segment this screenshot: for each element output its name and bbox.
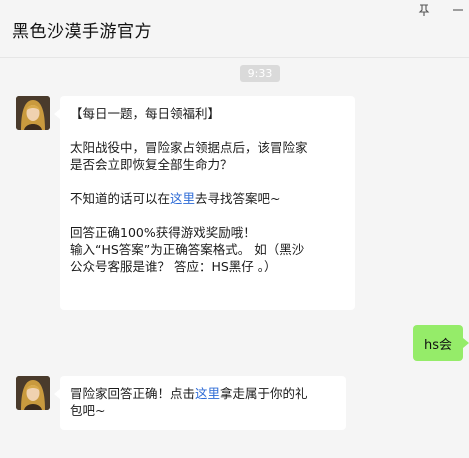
pin-icon[interactable] — [414, 2, 434, 18]
hint-text: 不知道的话可以在这里去寻找答案吧~ — [70, 190, 345, 207]
message-bubble-reply: 冒险家回答正确！点击这里拿走属于你的礼 包吧~ — [54, 376, 346, 430]
question-text-line2: 是否会立即恢复全部生命力？ — [70, 157, 233, 172]
format-text-line2: 公众号客服是谁？ 答应：HS黑仔 。） — [70, 259, 277, 274]
reply-link[interactable]: 这里 — [195, 386, 220, 401]
hint-text-after: 去寻找答案吧~ — [195, 191, 281, 206]
hint-text-before: 不知道的话可以在 — [70, 191, 171, 206]
message-header: 【每日一题，每日领福利】 — [70, 106, 221, 121]
chat-title: 黑色沙漠手游官方 — [12, 22, 152, 42]
hint-link[interactable]: 这里 — [170, 191, 195, 206]
minimize-icon[interactable] — [448, 2, 468, 18]
message-timestamp: 9:33 — [240, 65, 280, 82]
message-bubble-question: 【每日一题，每日领福利】 太阳战役中，冒险家占领据点后，该冒险家 是否会立即恢复… — [54, 96, 355, 310]
avatar-icon[interactable] — [16, 376, 50, 410]
reply-text-line2: 包吧~ — [70, 403, 106, 418]
question-text-line1: 太阳战役中，冒险家占领据点后，该冒险家 — [70, 140, 308, 155]
user-message-text: hs会 — [423, 337, 452, 353]
title-bar: 黑色沙漠手游官方 — [0, 0, 469, 58]
reply-text-line1: 冒险家回答正确！点击这里拿走属于你的礼 — [70, 385, 336, 402]
reply-text-after: 拿走属于你的礼 — [220, 386, 308, 401]
message-bubble-user: hs会 — [413, 325, 469, 361]
reply-text-before: 冒险家回答正确！点击 — [70, 386, 196, 401]
reward-text: 回答正确100%获得游戏奖励哦！ — [70, 225, 256, 240]
avatar-icon[interactable] — [16, 96, 50, 130]
format-text-line1: 输入“HS答案”为正确答案格式。 如（黑沙 — [70, 242, 305, 257]
